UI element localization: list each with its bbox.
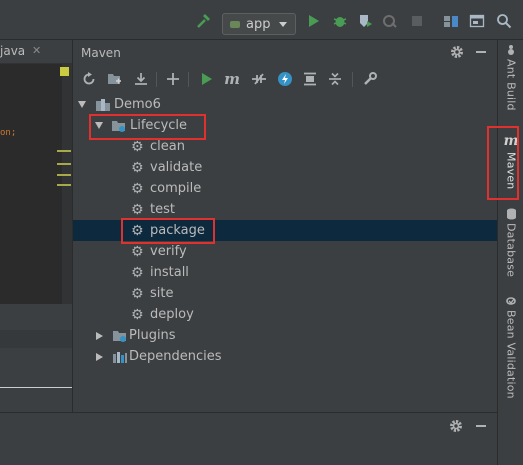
divider <box>0 387 72 388</box>
gutter-marker[interactable] <box>57 174 71 176</box>
phase-label: verify <box>150 244 187 259</box>
toolbar-separator <box>352 72 353 87</box>
tree-node-label: Demo6 <box>114 97 161 112</box>
phase-label: validate <box>150 160 203 175</box>
stripe-tab-database[interactable]: Database <box>498 208 523 277</box>
execute-goal-icon[interactable]: m <box>224 71 240 87</box>
editor-tab-label[interactable]: java <box>0 44 25 58</box>
maven-header: Maven <box>73 40 498 66</box>
dependencies-icon <box>113 351 127 363</box>
ant-icon <box>508 45 514 55</box>
gear-icon: ⚙ <box>131 264 144 281</box>
lifecycle-phase[interactable]: ⚙ validate <box>73 157 498 178</box>
maven-title: Maven <box>81 46 121 60</box>
code-fragment: on; <box>0 128 17 138</box>
profile-icon[interactable] <box>382 12 398 30</box>
debug-bug-icon[interactable] <box>332 12 348 30</box>
expand-arrow-icon[interactable] <box>96 352 103 361</box>
generate-sources-icon[interactable] <box>107 71 123 87</box>
bottom-panel-header <box>0 412 497 465</box>
gutter-marker[interactable] <box>57 163 71 165</box>
database-icon <box>506 208 516 220</box>
right-tool-stripe: Ant Build m Maven Database Bean Validati… <box>497 40 523 465</box>
plugins-folder-icon <box>113 330 126 342</box>
phase-label: site <box>150 286 174 301</box>
lifecycle-phase[interactable]: ⚙ deploy <box>73 304 498 325</box>
lifecycle-phase[interactable]: ⚙ site <box>73 283 498 304</box>
gutter-marker[interactable] <box>57 150 71 152</box>
main-toolbar: app <box>0 0 523 40</box>
stripe-tab-ant-build[interactable]: Ant Build <box>498 44 523 111</box>
stripe-tab-label: Bean Validation <box>504 310 518 399</box>
editor-tabs: java ✕ <box>0 40 72 64</box>
android-icon <box>230 21 240 28</box>
inspection-status-icon[interactable] <box>60 67 69 76</box>
phase-label: install <box>150 265 189 280</box>
editor-strip <box>0 330 72 348</box>
gear-icon[interactable] <box>449 44 465 60</box>
reload-icon[interactable] <box>81 71 97 87</box>
stripe-tab-bean-validation[interactable]: Bean Validation <box>498 295 523 399</box>
tree-node-dependencies[interactable]: Dependencies <box>73 346 498 367</box>
gear-icon: ⚙ <box>131 138 144 155</box>
run-maven-build-icon[interactable] <box>199 71 215 87</box>
tree-node-project[interactable]: Demo6 <box>73 94 498 115</box>
wrench-icon[interactable] <box>362 71 378 87</box>
maven-toolbar: m <box>73 67 498 91</box>
phase-label: compile <box>150 181 202 196</box>
phase-label: clean <box>150 139 185 154</box>
show-dependencies-icon[interactable] <box>302 71 318 87</box>
expand-arrow-icon[interactable] <box>78 101 86 108</box>
hide-panel-icon[interactable] <box>474 418 488 434</box>
code-editor[interactable] <box>0 64 62 304</box>
gear-icon: ⚙ <box>131 306 144 323</box>
stripe-tab-label: Database <box>504 223 518 278</box>
toggle-offline-icon[interactable] <box>251 71 267 87</box>
highlight-box-lifecycle <box>89 114 206 140</box>
tree-node-plugins[interactable]: Plugins <box>73 325 498 346</box>
gear-icon: ⚙ <box>131 243 144 260</box>
download-icon[interactable] <box>133 71 149 87</box>
tree-node-label: Dependencies <box>129 349 222 364</box>
bean-validation-icon <box>506 297 516 305</box>
terminal-window-icon[interactable] <box>469 12 485 30</box>
project-structure-icon[interactable] <box>443 12 459 30</box>
gear-icon: ⚙ <box>131 159 144 176</box>
expand-arrow-icon[interactable] <box>96 331 103 340</box>
gear-icon[interactable] <box>448 418 464 434</box>
gutter-marker[interactable] <box>57 184 71 186</box>
stop-icon[interactable] <box>410 12 424 30</box>
lifecycle-phase[interactable]: ⚙ verify <box>73 241 498 262</box>
lifecycle-phase[interactable]: ⚙ compile <box>73 178 498 199</box>
build-hammer-icon[interactable] <box>196 12 212 30</box>
skip-tests-icon[interactable] <box>277 71 293 87</box>
close-icon[interactable]: ✕ <box>32 44 41 57</box>
lifecycle-phase[interactable]: ⚙ test <box>73 199 498 220</box>
run-config-label: app <box>246 16 271 32</box>
toolbar-separator <box>188 72 189 87</box>
gear-icon: ⚙ <box>131 180 144 197</box>
highlight-box-maven-tab <box>487 126 519 200</box>
collapse-all-icon[interactable] <box>327 71 343 87</box>
search-icon[interactable] <box>496 12 512 30</box>
run-config-selector[interactable]: app <box>222 13 296 35</box>
stripe-tab-label: Ant Build <box>504 59 518 111</box>
maven-project-icon <box>96 98 110 111</box>
phase-label: test <box>150 202 175 217</box>
gear-icon: ⚙ <box>131 201 144 218</box>
chevron-down-icon <box>279 21 288 27</box>
toolbar-separator <box>156 72 157 87</box>
hide-panel-icon[interactable] <box>473 44 489 60</box>
run-icon[interactable] <box>307 12 321 30</box>
phase-label: deploy <box>150 307 194 322</box>
lifecycle-phase[interactable]: ⚙ install <box>73 262 498 283</box>
tree-node-label: Plugins <box>129 328 176 343</box>
add-icon[interactable] <box>165 71 181 87</box>
coverage-icon[interactable] <box>357 12 373 30</box>
highlight-box-package <box>121 218 215 244</box>
gear-icon: ⚙ <box>131 285 144 302</box>
